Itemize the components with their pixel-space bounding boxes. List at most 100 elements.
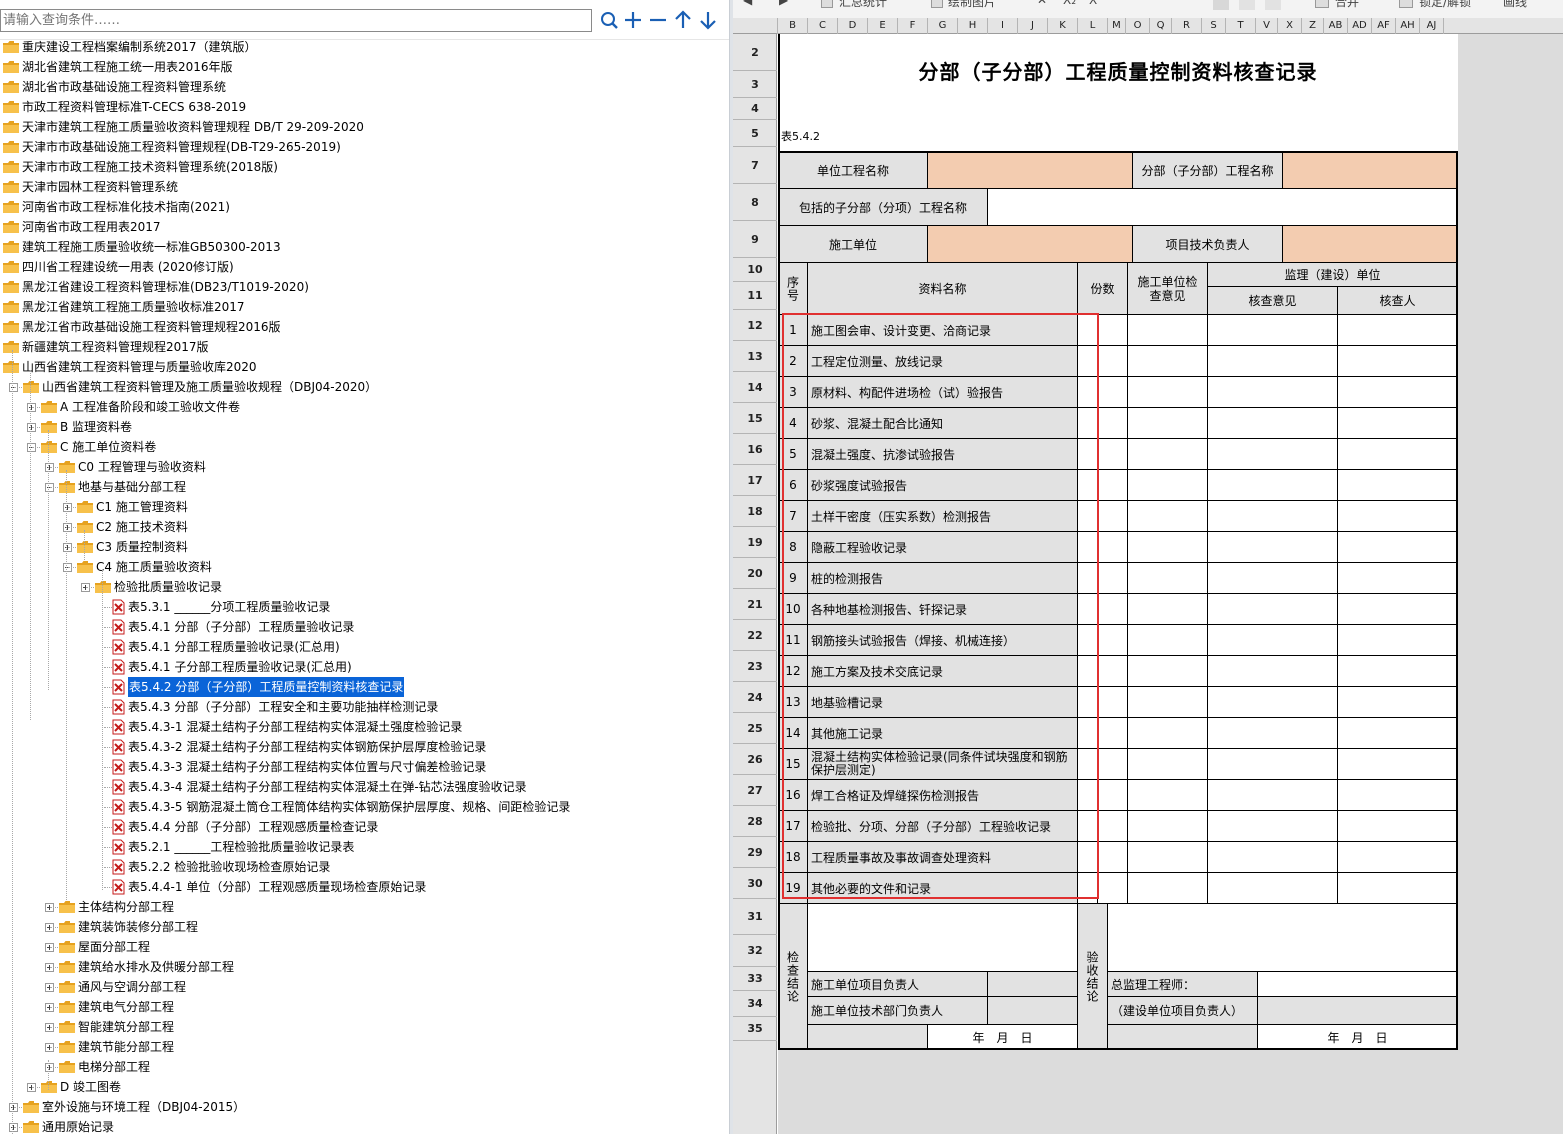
item-name[interactable]: 砂浆、混凝土配合比通知 [808,408,1078,439]
column-header[interactable]: B [778,18,808,34]
column-header[interactable]: E [868,18,898,34]
item-seq[interactable]: 17 [779,811,808,842]
item-copies-input[interactable] [1078,656,1098,687]
column-header[interactable]: AD [1348,18,1372,34]
item-contractor-review-input[interactable] [1128,687,1208,718]
item-copies-input-b[interactable] [1098,470,1128,501]
item-seq[interactable]: 13 [779,687,808,718]
item-copies-input[interactable] [1078,377,1098,408]
item-review-opinion-input[interactable] [1208,439,1338,470]
tree-item-form[interactable]: 表5.4.2 分部（子分部）工程质量控制资料核查记录 [0,676,729,698]
item-contractor-review-input[interactable] [1128,346,1208,377]
acceptance-conclusion-input[interactable] [1108,904,1458,972]
column-header[interactable]: R [1172,18,1202,34]
col-supervision-header[interactable]: 监理（建设）单位 [1208,263,1458,287]
item-reviewer-input[interactable] [1338,594,1458,625]
item-seq[interactable]: 6 [779,470,808,501]
item-copies-input[interactable] [1078,439,1098,470]
tree-item-folder[interactable]: 室外设施与环境工程（DBJ04-2015） [0,1097,729,1117]
column-header[interactable]: I [988,18,1018,34]
item-name[interactable]: 工程定位测量、放线记录 [808,346,1078,377]
up-arrow-icon[interactable] [672,8,694,32]
item-copies-input[interactable] [1078,811,1098,842]
row-header[interactable]: 3 [733,71,777,98]
column-header[interactable]: AJ [1420,18,1444,34]
tree-item-folder[interactable]: 黑龙江省市政基础设施工程资料管理规程2016版 [0,317,729,337]
item-name[interactable]: 检验批、分项、分部（子分部）工程验收记录 [808,811,1078,842]
tree-item-folder[interactable]: C4 施工质量验收资料 [0,557,729,577]
item-review-opinion-input[interactable] [1208,656,1338,687]
item-reviewer-input[interactable] [1338,625,1458,656]
redo-icon[interactable]: ▶ [779,0,788,7]
item-copies-input-b[interactable] [1098,346,1128,377]
column-header[interactable]: AF [1372,18,1396,34]
contractor-tech-dept-label[interactable]: 施工单位技术部门负责人 [808,997,988,1025]
row-header[interactable]: 8 [733,184,777,221]
item-copies-input[interactable] [1078,873,1098,904]
item-contractor-review-input[interactable] [1128,532,1208,563]
construction-unit-input[interactable] [928,226,1133,263]
column-header[interactable]: D [838,18,868,34]
tree-item-folder[interactable]: 屋面分部工程 [0,937,729,957]
item-name[interactable]: 焊工合格证及焊缝探伤检测报告 [808,780,1078,811]
item-name[interactable]: 钢筋接头试验报告（焊接、机械连接） [808,625,1078,656]
toolbar-draw-line[interactable]: 画线 [1503,0,1527,10]
tree-item-folder[interactable]: A 工程准备阶段和竣工验收文件卷 [0,397,729,417]
item-copies-input[interactable] [1078,563,1098,594]
column-header[interactable]: X [1278,18,1302,34]
tree-item-form[interactable]: 表5.4.1 分部工程质量验收记录(汇总用) [0,637,729,657]
summary-icon[interactable] [821,0,833,8]
row-header[interactable]: 31 [733,899,777,935]
image-icon[interactable] [931,0,943,8]
row-header[interactable]: 29 [733,837,777,868]
date-right-blank[interactable] [1108,1025,1258,1050]
col-contractor-review-header[interactable]: 施工单位检查意见 [1128,263,1208,315]
contractor-pm-sign[interactable] [988,972,1078,997]
toolbar-merge[interactable]: 合并 [1335,0,1359,10]
item-seq[interactable]: 12 [779,656,808,687]
tree-item-folder[interactable]: C 施工单位资料卷 [0,437,729,457]
tree-item-folder[interactable]: C2 施工技术资料 [0,517,729,537]
tech-lead-input[interactable] [1283,226,1458,263]
tree-item-folder[interactable]: 湖北省建筑工程施工统一用表2016年版 [0,57,729,77]
item-review-opinion-input[interactable] [1208,842,1338,873]
tree-item-folder[interactable]: 通风与空调分部工程 [0,977,729,997]
tree-item-folder[interactable]: C3 质量控制资料 [0,537,729,557]
tree-item-folder[interactable]: 建筑节能分部工程 [0,1037,729,1057]
row-header[interactable]: 12 [733,310,777,341]
item-review-opinion-input[interactable] [1208,718,1338,749]
clear-format-icon[interactable]: ✕ [1037,0,1047,7]
tree-item-folder[interactable]: 河南省市政工程标准化技术指南(2021) [0,197,729,217]
item-review-opinion-input[interactable] [1208,501,1338,532]
item-name[interactable]: 工程质量事故及事故调查处理资料 [808,842,1078,873]
tree-item-form[interactable]: 表5.4.3-3 混凝土结构子分部工程结构实体位置与尺寸偏差检验记录 [0,757,729,777]
col-reviewer-header[interactable]: 核查人 [1338,287,1458,315]
item-copies-input-b[interactable] [1098,377,1128,408]
item-contractor-review-input[interactable] [1128,780,1208,811]
chief-supervisor-label[interactable]: 总监理工程师： [1108,972,1258,997]
item-name[interactable]: 施工方案及技术交底记录 [808,656,1078,687]
item-name[interactable]: 地基验槽记录 [808,687,1078,718]
row-header[interactable]: 20 [733,558,777,589]
construction-unit-label[interactable]: 施工单位 [779,226,928,263]
item-review-opinion-input[interactable] [1208,811,1338,842]
superscript-icon[interactable]: X² [1089,0,1102,7]
chief-supervisor-sign[interactable] [1258,972,1458,997]
item-reviewer-input[interactable] [1338,315,1458,346]
item-reviewer-input[interactable] [1338,656,1458,687]
tree-item-form[interactable]: 表5.3.1 ______分项工程质量验收记录 [0,597,729,617]
item-contractor-review-input[interactable] [1128,501,1208,532]
tree-item-form[interactable]: 表5.4.3-4 混凝土结构子分部工程结构实体混凝土在弹-钻芯法强度验收记录 [0,777,729,797]
tree-item-folder[interactable]: B 监理资料卷 [0,417,729,437]
item-review-opinion-input[interactable] [1208,315,1338,346]
date-right[interactable]: 年 月 日 [1258,1025,1458,1050]
column-header[interactable]: O [1126,18,1150,34]
item-review-opinion-input[interactable] [1208,563,1338,594]
item-name[interactable]: 土样干密度（压实系数）检测报告 [808,501,1078,532]
tree-item-folder[interactable]: 河南省市政工程用表2017 [0,217,729,237]
column-header[interactable]: L [1078,18,1108,34]
acceptance-conclusion-label[interactable]: 验收结论 [1078,904,1108,1050]
align-right-icon[interactable] [1265,0,1281,10]
item-copies-input-b[interactable] [1098,780,1128,811]
tree-item-form[interactable]: 表5.4.3 分部（子分部）工程安全和主要功能抽样检测记录 [0,697,729,717]
